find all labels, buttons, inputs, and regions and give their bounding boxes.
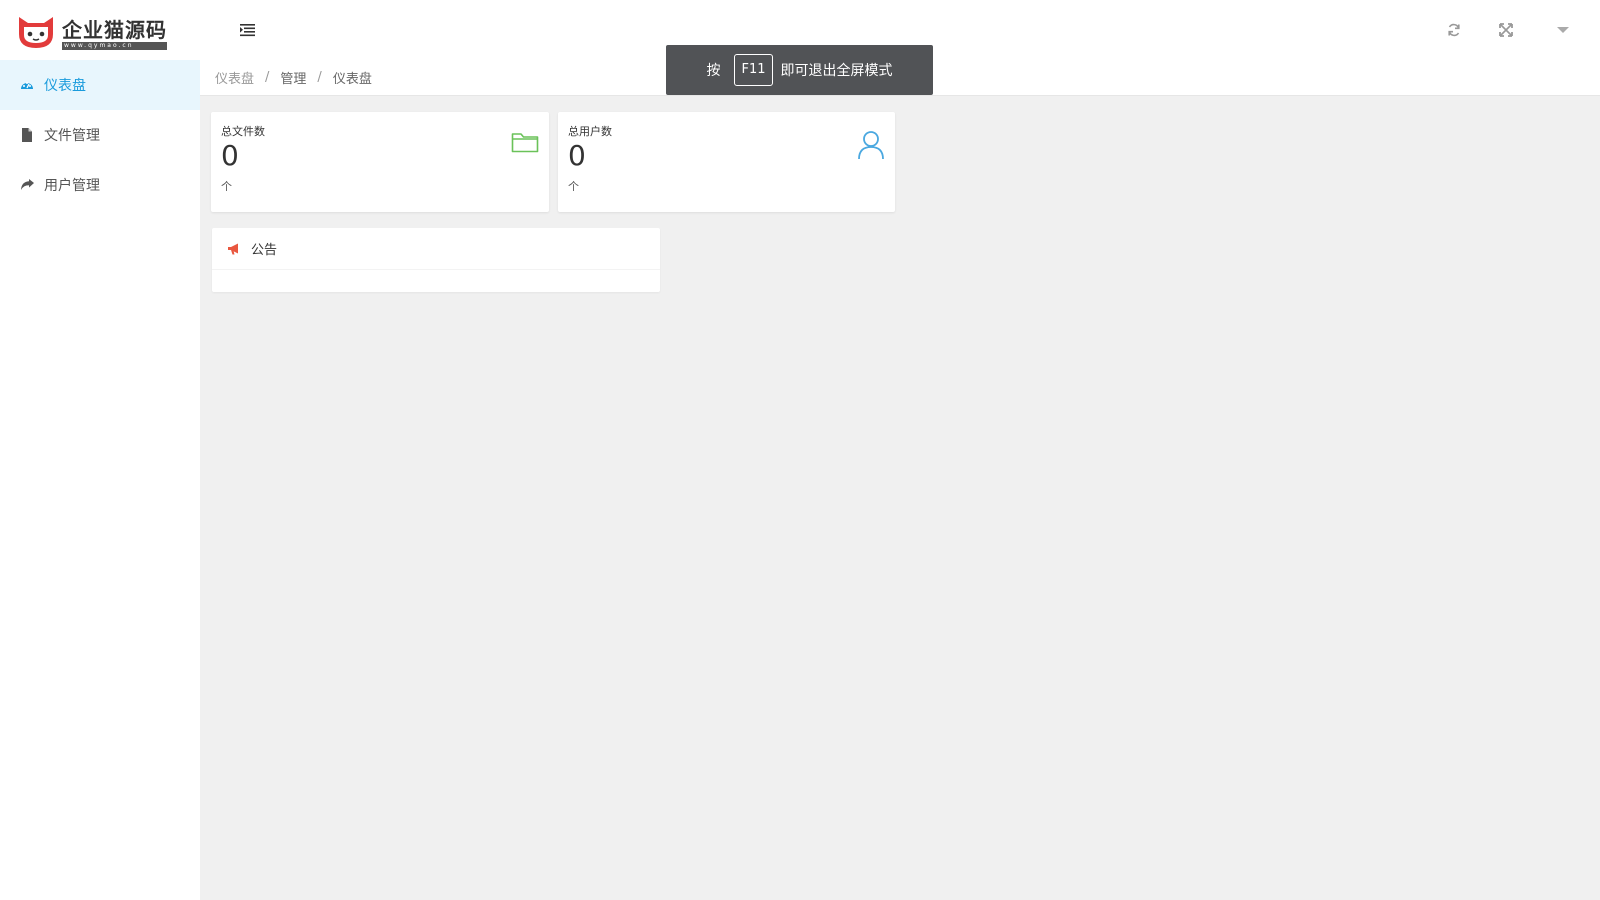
notice-header: 公告 [212, 228, 660, 270]
stat-card-files: 总文件数 0 个 [211, 112, 549, 212]
sidebar-item-label: 仪表盘 [44, 78, 86, 94]
notice-title: 公告 [251, 243, 278, 258]
logo-subtitle: www.qymao.cn [62, 41, 167, 50]
stat-unit: 个 [221, 180, 232, 193]
share-arrow-icon [20, 178, 34, 192]
sidebar: 仪表盘 文件管理 用户管理 [0, 60, 200, 900]
toast-message: 即可退出全屏模式 [780, 63, 893, 79]
file-icon [20, 128, 34, 142]
cat-logo-icon [16, 14, 56, 54]
user-icon [857, 130, 885, 164]
sidebar-item-label: 文件管理 [44, 128, 100, 144]
fullscreen-icon[interactable] [1496, 20, 1516, 40]
logo[interactable]: 企业猫源码 www.qymao.cn [16, 14, 167, 54]
toast-key: F11 [734, 54, 773, 86]
folder-icon [511, 130, 539, 158]
logo-title: 企业猫源码 [62, 17, 167, 42]
sidebar-item-files[interactable]: 文件管理 [0, 110, 200, 160]
breadcrumb-item-manage[interactable]: 管理 [280, 68, 306, 87]
breadcrumb-item-current: 仪表盘 [332, 72, 372, 87]
sidebar-item-label: 用户管理 [44, 178, 100, 194]
breadcrumb-separator: / [265, 70, 270, 85]
menu-toggle-icon[interactable] [240, 22, 256, 38]
megaphone-icon [227, 243, 241, 255]
notice-panel: 公告 [212, 228, 660, 292]
sidebar-item-users[interactable]: 用户管理 [0, 160, 200, 210]
toast-prefix: 按 [706, 63, 721, 79]
stat-label: 总文件数 [221, 125, 265, 138]
stat-unit: 个 [568, 180, 579, 193]
refresh-icon[interactable] [1444, 20, 1464, 40]
breadcrumb-item-home[interactable]: 仪表盘 [215, 68, 254, 87]
sidebar-item-dashboard[interactable]: 仪表盘 [0, 60, 200, 110]
stat-label: 总用户数 [568, 125, 612, 138]
dashboard-icon [20, 78, 34, 92]
stat-value: 0 [568, 139, 586, 172]
stat-card-users: 总用户数 0 个 [558, 112, 895, 212]
chevron-down-icon[interactable] [1553, 20, 1573, 40]
stat-value: 0 [221, 139, 239, 172]
breadcrumb-separator: / [317, 70, 322, 85]
fullscreen-toast: 按 F11 即可退出全屏模式 [666, 45, 933, 95]
